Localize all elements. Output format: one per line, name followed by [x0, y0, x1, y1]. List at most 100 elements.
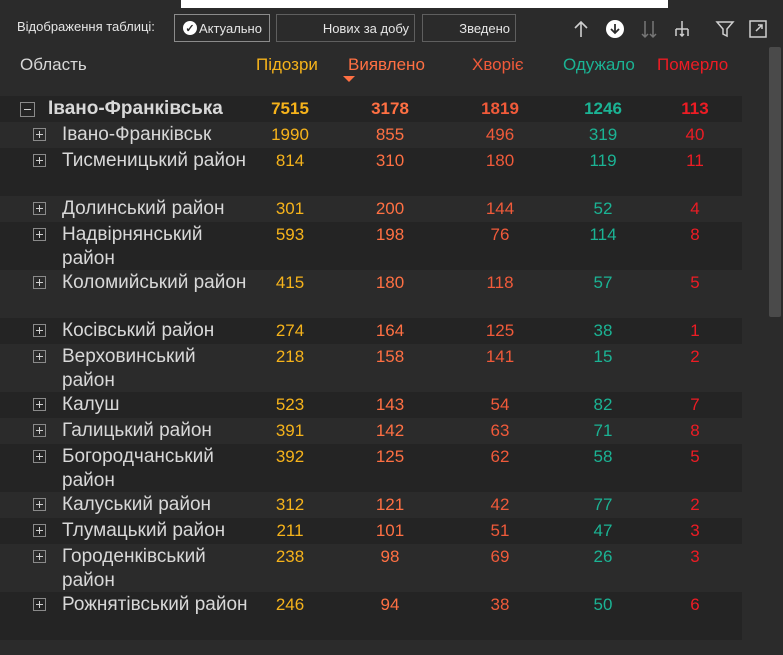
row-suspected: 312 — [275, 495, 305, 514]
expand-icon[interactable] — [33, 598, 46, 611]
row-sick: 144 — [485, 199, 515, 218]
row-detected: 310 — [375, 151, 405, 170]
header-died[interactable]: Померло — [657, 55, 728, 75]
filter-icon[interactable] — [714, 18, 736, 40]
table-row[interactable]: Івано-Франківськ 1990 855 496 319 40 — [0, 122, 742, 148]
table-row[interactable]: Тисменицький район 814 310 180 119 11 — [0, 148, 742, 196]
row-recovered: 82 — [593, 395, 613, 414]
row-died: 1 — [690, 321, 700, 340]
actual-button-label: Актуально — [199, 20, 262, 36]
table-header: Область Підозри Виявлено Хворіє Одужало … — [0, 46, 753, 84]
row-suspected: 274 — [275, 321, 305, 340]
check-icon: ✓ — [183, 21, 197, 35]
collapse-icon[interactable] — [20, 102, 35, 117]
row-died: 3 — [690, 547, 700, 566]
row-name: Надвірнянський район — [62, 224, 203, 269]
expand-icon[interactable] — [33, 228, 46, 241]
row-sick: 125 — [485, 321, 515, 340]
row-sick: 141 — [485, 347, 515, 366]
table-row[interactable]: Калуський район 312 121 42 77 2 — [0, 492, 742, 518]
row-recovered: 77 — [593, 495, 613, 514]
table-row[interactable]: Верховинський район 218 158 141 15 2 — [0, 344, 742, 392]
arrow-down-circle-icon[interactable] — [604, 18, 626, 40]
row-recovered: 114 — [589, 225, 617, 244]
expand-icon[interactable] — [33, 424, 46, 437]
expand-icon[interactable] — [33, 128, 46, 141]
double-arrow-down-icon[interactable] — [638, 18, 660, 40]
row-died: 8 — [690, 225, 700, 244]
row-detected: 180 — [375, 273, 405, 292]
expand-icon[interactable] — [33, 154, 46, 167]
summary-label: Зведено — [459, 20, 510, 36]
group-suspected: 7515 — [271, 99, 309, 118]
row-sick: 62 — [490, 447, 510, 466]
header-region[interactable]: Область — [20, 55, 87, 75]
row-name: Тлумацький район — [62, 520, 226, 541]
row-sick: 51 — [490, 521, 510, 540]
row-detected: 158 — [375, 347, 405, 366]
arrow-up-icon[interactable] — [570, 18, 592, 40]
row-recovered: 319 — [588, 125, 618, 144]
table-row[interactable]: Богородчанський район 392 125 62 58 5 — [0, 444, 742, 492]
row-name: Косівський район — [62, 320, 215, 341]
table-row[interactable]: Косівський район 274 164 125 38 1 — [0, 318, 742, 344]
row-suspected: 1990 — [271, 125, 309, 144]
row-died: 5 — [690, 273, 700, 292]
row-died: 2 — [690, 347, 700, 366]
actual-button[interactable]: ✓ Актуально — [174, 14, 270, 42]
tooltip-tab — [181, 0, 668, 8]
group-sick: 1819 — [481, 99, 519, 118]
summary-button[interactable]: Зведено — [422, 14, 516, 42]
group-detected: 3178 — [371, 99, 409, 118]
expand-icon[interactable] — [33, 398, 46, 411]
row-detected: 143 — [375, 395, 405, 414]
new-per-day-button[interactable]: Нових за добу — [276, 14, 415, 42]
header-detected[interactable]: Виявлено — [348, 55, 425, 75]
expand-icon[interactable] — [33, 276, 46, 289]
row-detected: 94 — [380, 595, 400, 614]
expand-icon[interactable] — [33, 202, 46, 215]
row-detected: 200 — [375, 199, 405, 218]
row-name: Богородчанський район — [62, 446, 214, 491]
hierarchy-icon[interactable] — [671, 18, 693, 40]
table-row[interactable]: Тлумацький район 211 101 51 47 3 — [0, 518, 742, 544]
table-row[interactable]: Долинський район 301 200 144 52 4 — [0, 196, 742, 222]
row-name: Городенківський район — [62, 546, 206, 591]
row-recovered: 50 — [593, 595, 613, 614]
row-detected: 125 — [375, 447, 405, 466]
row-suspected: 246 — [275, 595, 305, 614]
expand-icon[interactable] — [33, 350, 46, 363]
row-name: Галицький район — [62, 420, 212, 441]
row-died: 11 — [686, 151, 704, 170]
table-row[interactable]: Рожнятівський район 246 94 38 50 6 — [0, 592, 742, 640]
scrollbar-thumb[interactable] — [769, 47, 781, 317]
row-recovered: 15 — [593, 347, 613, 366]
expand-icon[interactable] — [33, 550, 46, 563]
table-row[interactable]: Калуш 523 143 54 82 7 — [0, 392, 742, 418]
row-suspected: 814 — [275, 151, 305, 170]
header-sick[interactable]: Хворіє — [472, 55, 524, 75]
row-died: 7 — [690, 395, 700, 414]
table-row[interactable]: Галицький район 391 142 63 71 8 — [0, 418, 742, 444]
row-suspected: 593 — [275, 225, 305, 244]
expand-icon[interactable] — [33, 498, 46, 511]
row-died: 40 — [685, 125, 705, 144]
row-detected: 121 — [375, 495, 405, 514]
expand-icon[interactable] — [33, 450, 46, 463]
row-detected: 855 — [375, 125, 405, 144]
focus-mode-icon[interactable] — [747, 18, 769, 40]
expand-icon[interactable] — [33, 524, 46, 537]
table-row[interactable]: Коломийський район 415 180 118 57 5 — [0, 270, 742, 318]
row-name: Верховинський район — [62, 346, 196, 391]
row-sick: 180 — [485, 151, 515, 170]
header-recovered[interactable]: Одужало — [563, 55, 635, 75]
row-recovered: 47 — [593, 521, 613, 540]
table-row[interactable]: Надвірнянський район 593 198 76 114 8 — [0, 222, 742, 270]
expand-icon[interactable] — [33, 324, 46, 337]
row-sick: 496 — [485, 125, 515, 144]
table-row[interactable]: Городенківський район 238 98 69 26 3 — [0, 544, 742, 592]
row-suspected: 391 — [275, 421, 305, 440]
header-suspected[interactable]: Підозри — [256, 55, 318, 75]
row-detected: 142 — [375, 421, 405, 440]
group-row[interactable]: Івано-Франківська 7515 3178 1819 1246 11… — [0, 96, 742, 122]
